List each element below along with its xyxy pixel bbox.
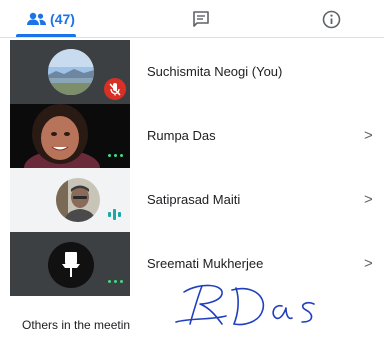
participant-row-satiprasad[interactable]: Satiprasad Maiti > xyxy=(0,168,384,232)
others-in-meeting-heading: Others in the meetin xyxy=(22,318,131,332)
pin-icon xyxy=(62,252,80,277)
more-dots-icon xyxy=(108,154,123,157)
tab-people[interactable]: (47) xyxy=(6,0,96,38)
participant-tile xyxy=(10,232,130,296)
chevron-right-icon[interactable]: > xyxy=(364,232,373,296)
tab-bar: (47) xyxy=(0,0,384,38)
tab-info[interactable] xyxy=(306,0,356,38)
more-dots-icon xyxy=(108,280,123,283)
handwritten-signature xyxy=(175,284,315,326)
tab-chat[interactable] xyxy=(176,0,226,38)
participant-name: Suchismita Neogi (You) xyxy=(147,64,283,79)
participant-tile xyxy=(10,104,130,168)
participant-row-suchismita[interactable]: Suchismita Neogi (You) xyxy=(0,40,384,104)
landscape-photo-icon xyxy=(48,49,94,95)
participant-tile xyxy=(10,40,130,104)
participant-count: (47) xyxy=(50,11,75,27)
participant-name: Rumpa Das xyxy=(147,128,216,143)
mic-off-icon xyxy=(104,78,126,100)
chevron-right-icon[interactable]: > xyxy=(364,168,373,232)
avatar xyxy=(56,178,100,222)
speaking-audio-icon xyxy=(108,208,121,220)
webcam-video-icon xyxy=(10,104,130,168)
profile-photo-icon xyxy=(56,178,100,222)
chevron-right-icon[interactable]: > xyxy=(364,104,373,168)
avatar xyxy=(48,49,94,95)
avatar xyxy=(48,242,94,288)
participant-name: Satiprasad Maiti xyxy=(147,192,241,207)
chat-icon xyxy=(193,11,209,27)
participant-tile xyxy=(10,168,130,232)
info-icon xyxy=(322,10,340,28)
participant-row-rumpa[interactable]: Rumpa Das > xyxy=(0,104,384,168)
tab-divider xyxy=(0,37,384,38)
people-icon xyxy=(27,12,47,25)
